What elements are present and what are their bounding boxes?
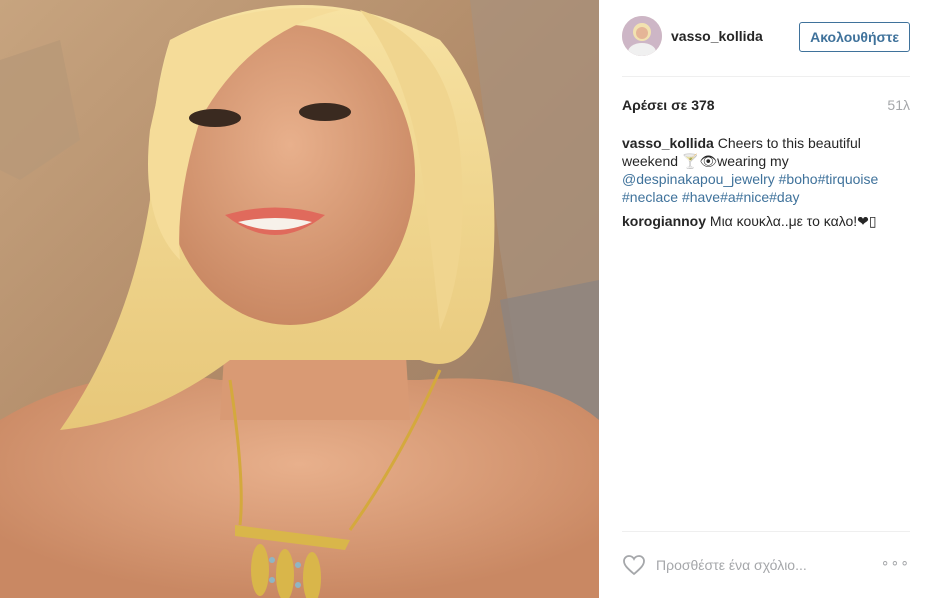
comment-text: Μια κουκλα..με το καλο!❤▯: [709, 213, 877, 229]
likes-count[interactable]: Αρέσει σε 378: [622, 97, 715, 113]
post-image: [0, 0, 599, 598]
hashtag-link[interactable]: #boho: [779, 171, 818, 187]
heart-icon[interactable]: [622, 554, 646, 576]
divider: [622, 76, 910, 77]
post-header: vasso_kollida Ακολουθήστε: [622, 16, 910, 56]
caption-user[interactable]: vasso_kollida: [622, 135, 714, 151]
follow-button[interactable]: Ακολουθήστε: [799, 22, 910, 52]
divider: [622, 531, 910, 532]
hashtag-link[interactable]: #tirquoise: [818, 171, 879, 187]
post-side-panel: vasso_kollida Ακολουθήστε Αρέσει σε 378 …: [599, 0, 934, 598]
comment-item: korogiannoy Μια κουκλα..με το καλο!❤▯: [622, 212, 912, 230]
hashtag-link[interactable]: #day: [769, 189, 799, 205]
comments-list: vasso_kollida Cheers to this beautiful w…: [622, 134, 912, 236]
comment-bar: ∘∘∘: [622, 550, 912, 580]
post-photo[interactable]: [0, 0, 599, 598]
username[interactable]: vasso_kollida: [671, 28, 763, 44]
post-time[interactable]: 51λ: [887, 97, 910, 113]
comment-input[interactable]: [656, 557, 866, 573]
avatar[interactable]: [622, 16, 662, 56]
hashtag-link[interactable]: #neclace: [622, 189, 678, 205]
more-options-icon[interactable]: ∘∘∘: [881, 554, 910, 571]
hashtag-link[interactable]: #nice: [736, 189, 769, 205]
caption: vasso_kollida Cheers to this beautiful w…: [622, 134, 912, 206]
comment-user[interactable]: korogiannoy: [622, 213, 706, 229]
hashtag-link[interactable]: #a: [720, 189, 736, 205]
hashtag-link[interactable]: #have: [682, 189, 720, 205]
mention-link[interactable]: @despinakapou_jewelry: [622, 171, 775, 187]
